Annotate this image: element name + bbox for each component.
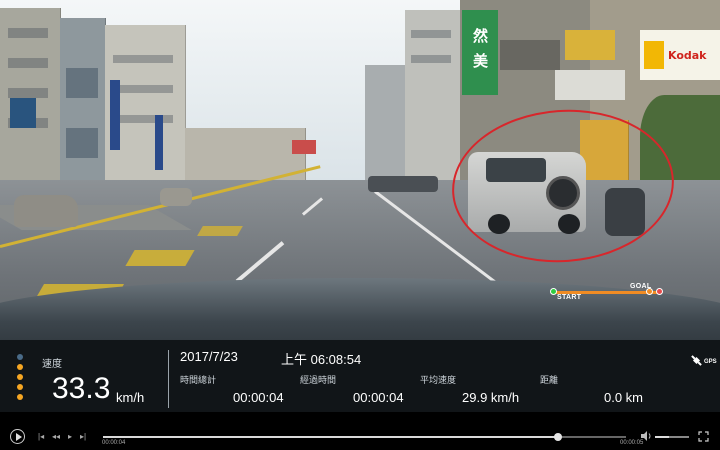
- blue-vertical-sign-2: [155, 115, 163, 170]
- status-led: [17, 364, 23, 370]
- goal-dot: [656, 288, 663, 295]
- blue-vertical-sign: [110, 80, 120, 150]
- skip-forward-icon[interactable]: ▸|: [80, 432, 86, 441]
- start-label: START: [557, 294, 582, 301]
- building-left-2: [60, 18, 106, 203]
- speed-unit: km/h: [116, 390, 145, 405]
- parked-car-left: [14, 195, 78, 227]
- green-vertical-sign: 然美: [462, 10, 498, 95]
- status-led: [17, 374, 23, 380]
- shop-sign-yellow: [565, 30, 615, 60]
- status-led: [17, 394, 23, 400]
- skip-back-icon[interactable]: |◂: [38, 432, 44, 441]
- blue-sign-left: [10, 98, 36, 128]
- speed-value: 33.3: [52, 372, 111, 405]
- goal-label: GOAL: [630, 283, 652, 290]
- stat-avg-speed-value: 29.9 km/h: [462, 390, 520, 405]
- stat-elapsed-time-label: 經過時間: [300, 375, 337, 385]
- seek-bar[interactable]: [103, 433, 626, 441]
- volume-slider[interactable]: [655, 436, 689, 438]
- route-overlay: START GOAL: [550, 283, 663, 302]
- status-leds: [17, 354, 23, 404]
- volume-icon[interactable]: [640, 430, 652, 442]
- kodak-sign-text: Kodak: [668, 48, 707, 62]
- stat-avg-speed-label: 平均速度: [420, 375, 457, 385]
- parked-car-left-2: [160, 188, 192, 206]
- start-dot: [550, 288, 557, 295]
- building-right-1: [405, 10, 461, 190]
- stat-distance-label: 距離: [540, 375, 559, 385]
- recording-date: 2017/7/23: [180, 349, 238, 364]
- dashcam-info-panel: 速度 33.3 km/h 2017/7/23 上午 06:08:54 GPS 時…: [0, 340, 720, 412]
- stat-total-time-label: 時間總計: [180, 375, 217, 385]
- player-controls: |◂ ◂◂ ▸ ▸| 00:00:04 00:00:05: [0, 423, 720, 450]
- recording-time: 上午 06:08:54: [281, 352, 362, 367]
- current-time: 00:00:04: [102, 440, 126, 446]
- stat-elapsed-time-value: 00:00:04: [353, 390, 404, 405]
- video-frame[interactable]: 然美 Kodak START GOAL: [0, 0, 720, 340]
- play-button[interactable]: [10, 429, 25, 444]
- distant-traffic: [368, 176, 438, 192]
- speed-label: 速度: [42, 359, 62, 370]
- status-led: [17, 384, 23, 390]
- seek-handle[interactable]: [554, 433, 562, 441]
- stat-total-time-value: 00:00:04: [233, 390, 284, 405]
- rewind-icon[interactable]: ◂◂: [52, 432, 60, 441]
- stat-distance-value: 0.0 km: [604, 390, 644, 405]
- panel-divider: [168, 350, 169, 408]
- red-billboard: [292, 140, 316, 154]
- gps-indicator: GPS: [690, 354, 718, 368]
- step-forward-icon[interactable]: ▸: [68, 432, 72, 441]
- status-led: [17, 354, 23, 360]
- fullscreen-icon[interactable]: [698, 431, 709, 442]
- satellite-icon: [691, 355, 702, 366]
- kodak-logo-icon: [644, 41, 664, 69]
- kodak-sign: Kodak: [640, 30, 720, 80]
- volume-level: [655, 436, 669, 438]
- shop-sign-white: [555, 70, 625, 100]
- seek-bar-progress: [103, 436, 558, 438]
- gps-label: GPS: [704, 359, 717, 365]
- green-sign-text: 然美: [471, 27, 489, 78]
